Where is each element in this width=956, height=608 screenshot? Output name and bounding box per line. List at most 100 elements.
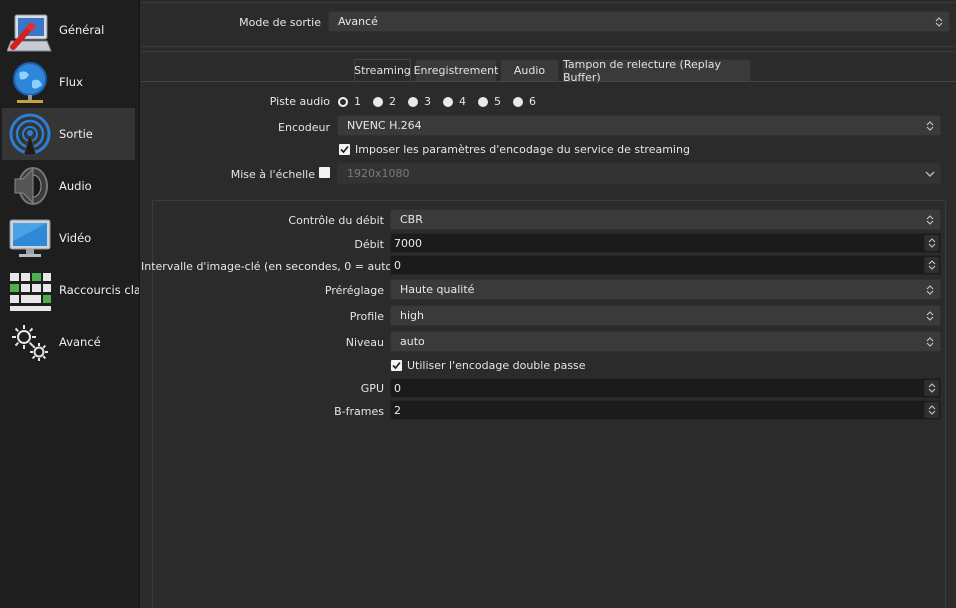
sidebar-item-label: Raccourcis clavier	[59, 283, 140, 297]
rescale-select: 1920x1080	[337, 163, 941, 184]
bitrate-spinbox[interactable]: 7000	[390, 233, 941, 253]
profile-label: Profile	[349, 310, 384, 323]
rate-control-label: Contrôle du débit	[288, 214, 384, 227]
radio-icon	[513, 96, 523, 107]
tab-label: Tampon de relecture (Replay Buffer)	[563, 57, 722, 84]
sidebar-item-label: Flux	[59, 75, 83, 89]
tab-audio[interactable]: Audio	[500, 59, 559, 81]
rescale-value: 1920x1080	[347, 167, 410, 180]
radio-icon	[373, 96, 383, 107]
updown-arrows-icon	[923, 334, 937, 349]
radio-icon	[408, 96, 418, 107]
audio-track-radio-6[interactable]: 6	[513, 95, 536, 108]
two-pass-label: Utiliser l'encodage double passe	[407, 359, 586, 372]
tab-bar-divider	[141, 81, 956, 82]
two-pass-checkbox[interactable]	[391, 360, 402, 371]
preset-value: Haute qualité	[400, 283, 475, 296]
sidebar: Général Flux Sortie Audio Vidéo Raccourc…	[0, 0, 140, 608]
radio-icon	[443, 96, 453, 107]
broadcast-antenna-icon	[6, 110, 54, 158]
radio-label: 2	[389, 95, 396, 108]
tab-recording[interactable]: Enregistrement	[413, 59, 499, 81]
sidebar-item-shortcuts[interactable]: Raccourcis clavier	[2, 264, 139, 316]
rate-control-select[interactable]: CBR	[390, 209, 941, 230]
sidebar-item-label: Vidéo	[59, 231, 92, 245]
updown-arrows-icon	[923, 118, 937, 133]
sidebar-item-label: Sortie	[59, 127, 93, 141]
updown-arrows-icon[interactable]	[924, 235, 939, 251]
speaker-icon	[6, 162, 54, 210]
divider	[141, 51, 956, 52]
radio-selected-icon	[338, 96, 348, 107]
sidebar-item-flux[interactable]: Flux	[2, 56, 135, 108]
radio-icon	[478, 96, 488, 107]
tab-label: Streaming	[354, 64, 411, 77]
preset-select[interactable]: Haute qualité	[390, 279, 941, 300]
sidebar-item-label: Général	[59, 23, 105, 37]
radio-label: 1	[354, 95, 361, 108]
audio-track-radio-3[interactable]: 3	[408, 95, 431, 108]
bframes-label: B-frames	[334, 405, 384, 418]
enforce-streaming-checkbox[interactable]	[339, 144, 350, 155]
audio-track-radio-4[interactable]: 4	[443, 95, 466, 108]
preset-label: Préréglage	[324, 284, 384, 297]
gears-icon	[6, 318, 54, 366]
gpu-value: 0	[394, 381, 401, 395]
updown-arrows-icon	[923, 308, 937, 323]
profile-value: high	[400, 309, 424, 322]
sidebar-item-sortie[interactable]: Sortie	[2, 108, 135, 160]
encoder-value: NVENC H.264	[347, 119, 422, 132]
tab-replay-buffer[interactable]: Tampon de relecture (Replay Buffer)	[562, 57, 751, 84]
sidebar-item-video[interactable]: Vidéo	[2, 212, 135, 264]
radio-label: 3	[424, 95, 431, 108]
computer-settings-icon	[6, 6, 54, 54]
sidebar-item-audio[interactable]: Audio	[2, 160, 135, 212]
encoder-select[interactable]: NVENC H.264	[337, 115, 941, 136]
radio-label: 5	[494, 95, 501, 108]
divider	[141, 46, 956, 47]
updown-arrows-icon[interactable]	[924, 380, 939, 396]
sidebar-item-label: Audio	[59, 179, 92, 193]
bitrate-value: 7000	[394, 236, 422, 250]
monitor-icon	[6, 214, 54, 262]
output-mode-select[interactable]: Avancé	[328, 11, 950, 32]
chevron-down-icon	[923, 166, 937, 181]
audio-track-label: Piste audio	[269, 95, 330, 108]
enforce-streaming-label: Imposer les paramètres d'encodage du ser…	[355, 143, 690, 156]
updown-arrows-icon[interactable]	[924, 402, 939, 418]
level-value: auto	[400, 335, 425, 348]
keyframe-interval-label: Intervalle d'image-clé (en secondes, 0 =…	[141, 260, 397, 273]
encoder-label: Encodeur	[278, 121, 330, 134]
updown-arrows-icon[interactable]	[924, 257, 939, 273]
tab-streaming[interactable]: Streaming	[354, 59, 411, 81]
keyframe-interval-value: 0	[394, 258, 401, 272]
tab-label: Audio	[513, 64, 546, 77]
tab-label: Enregistrement	[413, 64, 499, 77]
bitrate-label: Débit	[354, 238, 384, 251]
sidebar-item-advanced[interactable]: Avancé	[2, 316, 135, 368]
divider	[141, 2, 956, 3]
sidebar-item-label: Avancé	[59, 335, 101, 349]
audio-track-radio-2[interactable]: 2	[373, 95, 396, 108]
audio-track-radio-1[interactable]: 1	[338, 95, 361, 108]
output-mode-label: Mode de sortie	[239, 16, 321, 29]
keyframe-interval-spinbox[interactable]: 0	[390, 255, 941, 275]
radio-label: 4	[459, 95, 466, 108]
level-select[interactable]: auto	[390, 331, 941, 352]
checkmark-icon	[392, 361, 401, 370]
profile-select[interactable]: high	[390, 305, 941, 326]
gpu-label: GPU	[360, 382, 384, 395]
checkmark-icon	[340, 145, 349, 154]
settings-panel: Mode de sortie Avancé Streaming Enregist…	[141, 0, 956, 608]
updown-arrows-icon	[923, 212, 937, 227]
radio-label: 6	[529, 95, 536, 108]
audio-track-radio-5[interactable]: 5	[478, 95, 501, 108]
sidebar-item-general[interactable]: Général	[2, 4, 135, 56]
updown-arrows-icon	[932, 14, 946, 29]
bframes-value: 2	[394, 403, 401, 417]
rescale-checkbox[interactable]	[319, 167, 330, 178]
output-mode-value: Avancé	[338, 15, 378, 28]
gpu-spinbox[interactable]: 0	[390, 378, 941, 398]
keyboard-icon	[6, 266, 54, 314]
bframes-spinbox[interactable]: 2	[390, 400, 941, 420]
